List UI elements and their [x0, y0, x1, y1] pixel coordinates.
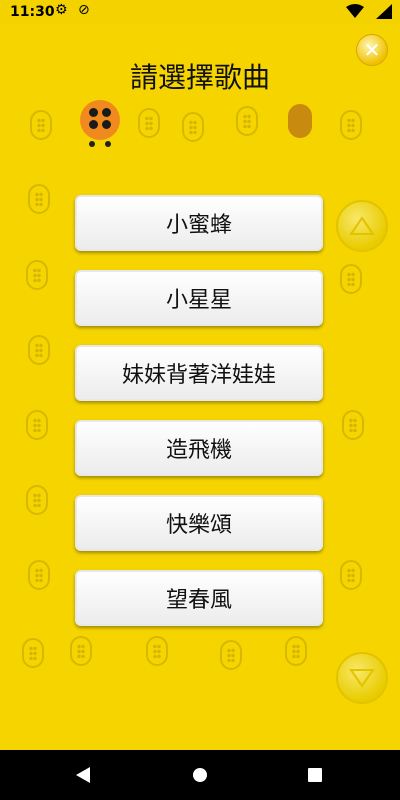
braille-cell-decoration	[340, 264, 362, 294]
scroll-down-button[interactable]	[336, 652, 388, 704]
home-icon[interactable]	[193, 768, 207, 782]
ladybug-feet-icon	[89, 141, 111, 147]
back-icon[interactable]	[76, 767, 90, 783]
status-time: 11:30	[10, 4, 55, 20]
braille-cell-decoration	[22, 638, 44, 668]
at-icon: ⊘	[78, 2, 90, 18]
braille-cell-decoration	[26, 260, 48, 290]
song-button-ode-to-joy[interactable]: 快樂頌	[75, 495, 323, 551]
braille-cell-decoration	[28, 560, 50, 590]
braille-cell-decoration	[26, 410, 48, 440]
song-button-little-bee[interactable]: 小蜜蜂	[75, 195, 323, 251]
song-button-airplane[interactable]: 造飛機	[75, 420, 323, 476]
braille-cell-decoration	[340, 110, 362, 140]
status-bar: 11:30 ⚙ ⊘	[0, 0, 400, 24]
triangle-up-icon	[349, 216, 375, 235]
wifi-icon	[346, 4, 364, 18]
scroll-up-button[interactable]	[336, 200, 388, 252]
gear-icon: ⚙	[55, 2, 68, 18]
recent-apps-icon[interactable]	[308, 768, 322, 782]
song-list: 小蜜蜂 小星星 妹妹背著洋娃娃 造飛機 快樂頌 望春風	[75, 195, 325, 645]
braille-cell-decoration	[342, 410, 364, 440]
battery-icon	[376, 4, 392, 19]
song-button-sister-doll[interactable]: 妹妹背著洋娃娃	[75, 345, 323, 401]
song-button-spring-wind[interactable]: 望春風	[75, 570, 323, 626]
braille-cell-decoration	[138, 108, 160, 138]
song-button-little-star[interactable]: 小星星	[75, 270, 323, 326]
braille-cell-icon	[288, 104, 312, 138]
ladybug-mascot-icon	[80, 100, 120, 140]
braille-cell-decoration	[28, 335, 50, 365]
braille-cell-decoration	[26, 485, 48, 515]
braille-cell-decoration	[340, 560, 362, 590]
system-navigation-bar	[0, 750, 400, 800]
page-title: 請選擇歌曲	[129, 61, 270, 94]
triangle-down-icon	[349, 669, 375, 688]
braille-cell-decoration	[236, 106, 258, 136]
braille-cell-decoration	[182, 112, 204, 142]
braille-cell-decoration	[30, 110, 52, 140]
braille-cell-decoration	[28, 184, 50, 214]
